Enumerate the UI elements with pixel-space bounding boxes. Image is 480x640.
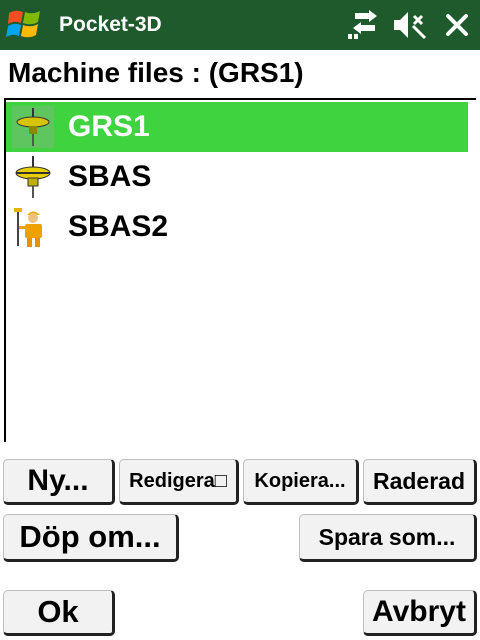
gnss-receiver-icon bbox=[15, 156, 51, 198]
new-button[interactable]: Ny... bbox=[3, 459, 115, 505]
edit-button[interactable]: Redigera□ bbox=[119, 459, 239, 505]
rename-button[interactable]: Döp om... bbox=[3, 514, 179, 562]
windows-start-icon[interactable] bbox=[6, 7, 44, 43]
copy-button[interactable]: Kopiera... bbox=[243, 459, 359, 505]
title-bar: Pocket-3D bbox=[0, 0, 480, 50]
gnss-receiver-icon bbox=[12, 106, 54, 148]
surveyor-icon bbox=[14, 208, 42, 247]
list-item[interactable]: GRS1 bbox=[6, 102, 468, 152]
save-as-button[interactable]: Spara som... bbox=[299, 514, 477, 562]
list-item[interactable]: SBAS2 bbox=[6, 202, 468, 252]
ok-button[interactable]: Ok bbox=[3, 590, 115, 636]
sync-icon[interactable] bbox=[347, 10, 383, 40]
page-title: Machine files : (GRS1) bbox=[8, 57, 304, 88]
cancel-button[interactable]: Avbryt bbox=[363, 590, 477, 636]
list-item[interactable]: SBAS bbox=[6, 152, 468, 202]
list-item-label: GRS1 bbox=[68, 110, 150, 143]
sound-icon[interactable] bbox=[392, 10, 428, 40]
delete-button[interactable]: Raderad bbox=[363, 459, 477, 505]
list-item-label: SBAS bbox=[68, 160, 152, 193]
close-icon[interactable] bbox=[442, 10, 472, 40]
machine-files-list[interactable]: GRS1 SBAS SBAS2 bbox=[4, 98, 476, 442]
list-item-label: SBAS2 bbox=[68, 210, 169, 243]
app-title: Pocket-3D bbox=[59, 13, 162, 36]
